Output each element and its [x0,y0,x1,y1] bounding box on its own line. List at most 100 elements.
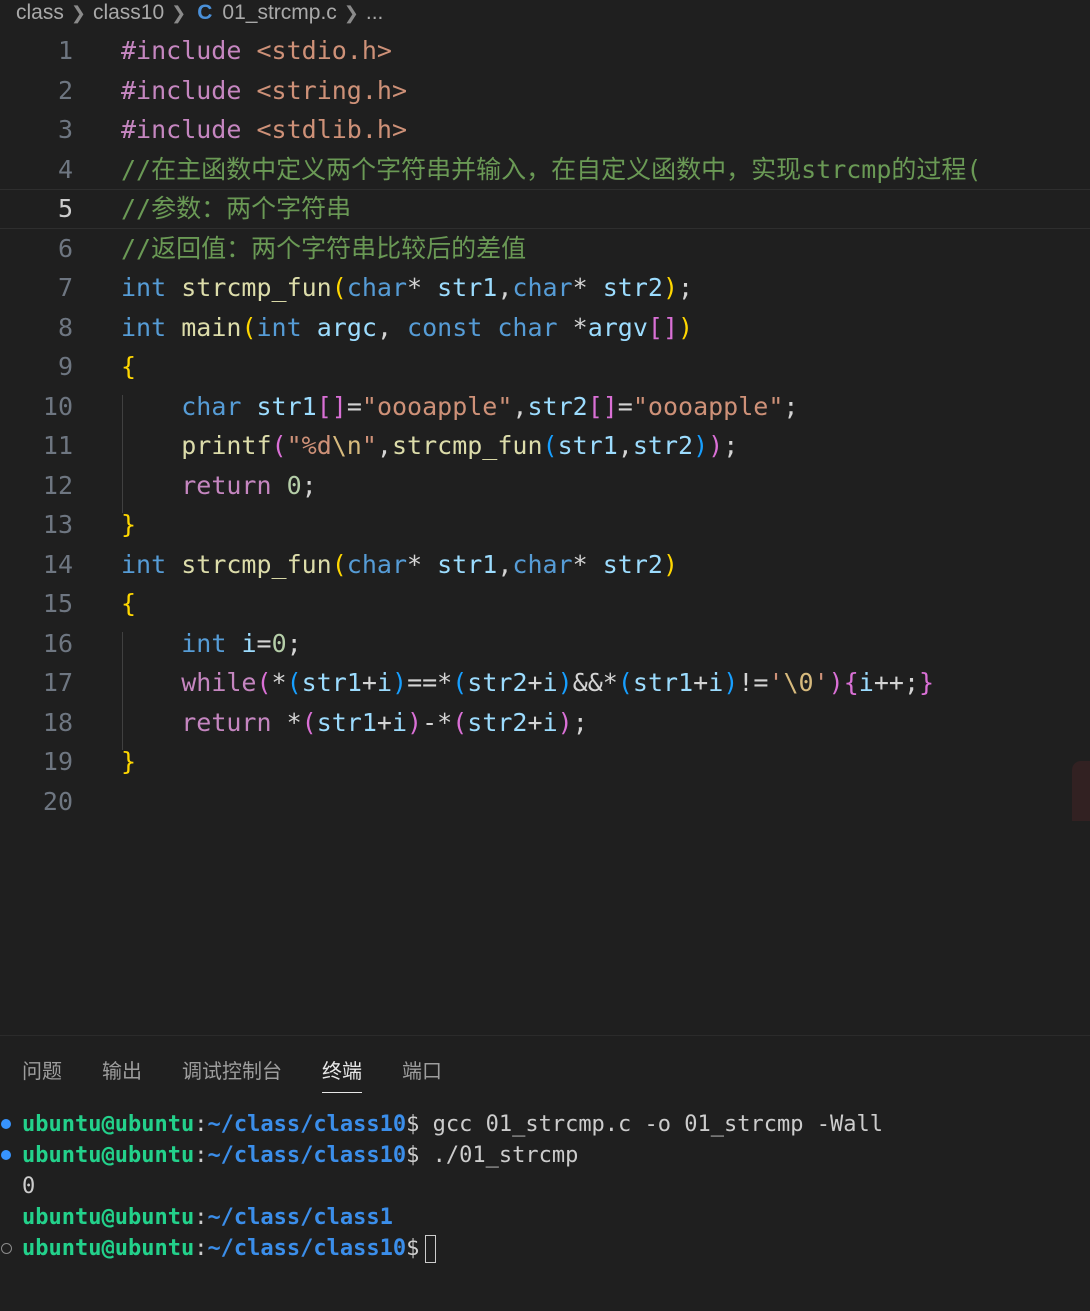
prompt-separator: : [194,1205,208,1230]
code-token: i [391,707,408,737]
bottom-panel: 问题 输出 调试控制台 终端 端口 ubuntu@ubuntu:~/class/… [0,1035,1090,1311]
code-token: ( [271,431,287,460]
code-token: , [376,312,408,342]
tab-terminal[interactable]: 终端 [322,1055,362,1093]
code-token: argv [587,312,648,342]
prompt-user: ubuntu@ubuntu [22,1112,195,1137]
code-line[interactable]: 16 int i=0; [0,624,1090,664]
code-editor[interactable]: 1 #include <stdio.h> 2 #include <string.h> 3… [0,31,1090,821]
prompt-symbol: $ [406,1143,420,1168]
panel-tabs: 问题 输出 调试控制台 终端 端口 [22,1055,482,1093]
code-token: #include [121,36,242,65]
code-token: + [361,668,377,697]
code-line[interactable]: 13} [0,505,1090,545]
code-line[interactable]: 14 int strcmp_fun(char* str1,char* str2) [0,545,1090,585]
code-token: ) [662,273,679,302]
line-number: 19 [42,747,73,776]
code-token: ; [678,273,694,302]
breadcrumb-class10[interactable]: class10 [93,1,164,25]
code-line[interactable]: 2 #include <string.h> [0,71,1090,111]
code-token: + [527,668,543,697]
line-number: 20 [42,786,73,816]
tab-ports[interactable]: 端口 [402,1055,442,1093]
code-line[interactable]: 5 //参数：两个字符串 [0,189,1090,229]
tab-debug-console[interactable]: 调试控制台 [182,1055,282,1093]
code-token: #include [121,115,242,144]
command-status-dot-icon[interactable] [1,1119,11,1129]
chevron-right-icon: ❯ [70,2,86,23]
code-token: \0 [783,668,814,697]
code-token: != [738,668,769,697]
prompt-symbol: $ [406,1112,420,1137]
code-token: + [527,707,543,737]
code-line[interactable]: 12 return 0; [0,466,1090,506]
code-token: ( [452,707,468,737]
code-line[interactable]: 11 printf("%d\n",strcmp_fun(str1,str2)); [0,426,1090,466]
code-line[interactable]: 17 while(*(str1+i)==*(str2+i)&&*(str1+i)… [0,663,1090,703]
chevron-right-icon: ❯ [343,2,359,23]
prompt-symbol: $ [406,1236,420,1261]
chevron-right-icon: ❯ [171,2,187,23]
code-token: return [181,470,272,500]
breadcrumb-class[interactable]: class [16,1,64,25]
code-token: ++; [873,668,920,697]
terminal-line: ubuntu@ubuntu:~/class/class10$ [22,1233,437,1264]
code-line[interactable]: 19} [0,742,1090,782]
code-line[interactable]: 1 #include <stdio.h> [0,31,1090,71]
prompt-path: ~/class/class1 [207,1205,393,1230]
code-token: 0 [286,470,302,500]
line-number: 18 [42,707,73,737]
code-text: } [121,505,136,545]
code-token: ( [256,668,272,697]
code-text: #include <string.h> [121,71,407,111]
code-token: ) [828,668,844,697]
code-line[interactable]: 8 int main(int argc, const char *argv[]) [0,308,1090,348]
code-token: char [181,391,242,421]
code-token: //参数：两个字符串 [121,194,352,223]
code-line[interactable]: 9{ [0,347,1090,387]
c-file-icon: C [197,1,213,24]
breadcrumb-file[interactable]: 01_strcmp.c [222,1,336,25]
code-token: ) [392,668,408,697]
code-line[interactable]: 7 int strcmp_fun(char* str1,char* str2); [0,268,1090,308]
breadcrumb-symbol[interactable]: ... [366,1,384,25]
code-token: , [497,273,513,302]
code-token: ; [301,470,317,500]
code-token: i [542,707,558,737]
code-token: int [121,549,167,579]
code-text: int strcmp_fun(char* str1,char* str2); [121,268,693,308]
code-text: //返回值：两个字符串比较后的差值 [121,229,526,269]
command-pending-dot-icon[interactable] [1,1243,12,1254]
code-token: ( [542,431,558,460]
terminal-cursor[interactable] [425,1235,437,1263]
code-line[interactable]: 3 #include <stdlib.h> [0,110,1090,150]
code-line[interactable]: 6 //返回值：两个字符串比较后的差值 [0,229,1090,269]
prompt-user: ubuntu@ubuntu [22,1205,195,1230]
code-line[interactable]: 10 char str1[]="oooapple",str2[]="oooapp… [0,387,1090,427]
code-token: "oooapple" [361,391,513,421]
tab-problems[interactable]: 问题 [22,1055,62,1093]
tab-output[interactable]: 输出 [102,1055,142,1093]
code-token: 0 [271,628,287,658]
code-text: //参数：两个字符串 [121,189,351,229]
code-line[interactable]: 20 [0,782,1090,822]
code-token: i [376,668,393,697]
code-line[interactable]: 18 return *(str1+i)-*(str2+i); [0,703,1090,743]
terminal-line: ubuntu@ubuntu:~/class/class10$ ./01_strc… [22,1140,578,1171]
code-token: , [512,391,528,421]
code-text: #include <stdio.h> [121,31,392,71]
terminal-line: ubuntu@ubuntu:~/class/class10$ gcc 01_st… [22,1109,883,1140]
code-line[interactable]: 4 //在主函数中定义两个字符串并输入，在自定义函数中，实现strcmp的过程( [0,150,1090,190]
command-status-dot-icon[interactable] [1,1150,11,1160]
code-token: int [181,628,227,658]
code-token: [] [647,312,679,342]
code-token: //返回值：两个字符串比较后的差值 [121,233,527,263]
code-line[interactable]: 15 { [0,584,1090,624]
code-text: printf("%d\n",strcmp_fun(str1,str2)); [121,426,738,466]
code-token: return [181,707,272,737]
line-number: 7 [57,273,73,302]
code-token: char [346,273,408,302]
